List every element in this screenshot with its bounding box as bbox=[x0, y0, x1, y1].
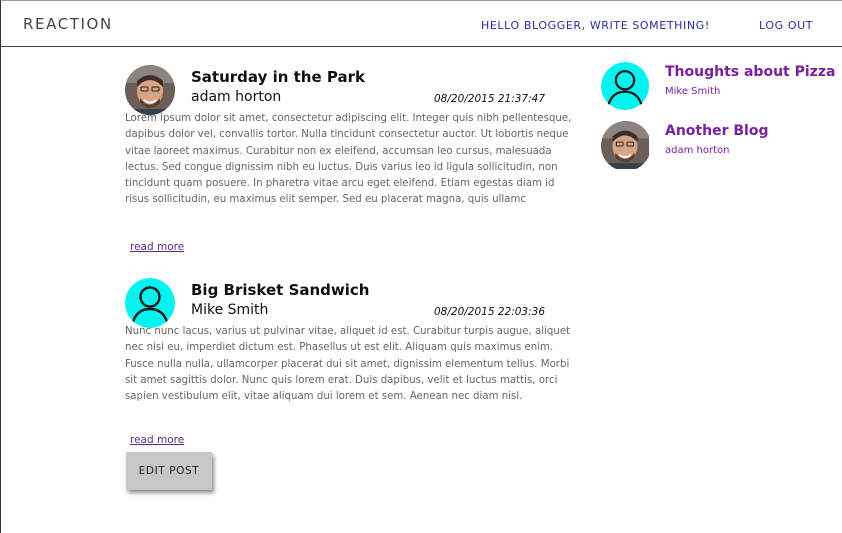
brand-logo[interactable]: REACTION bbox=[23, 15, 113, 33]
post-card: Big Brisket Sandwich Mike Smith 08/20/20… bbox=[125, 278, 575, 448]
sidebar-blog-item[interactable]: Thoughts about Pizza Mike Smith bbox=[601, 62, 841, 112]
sidebar-blog-author: adam horton bbox=[665, 145, 730, 156]
author-avatar bbox=[125, 65, 175, 115]
user-icon bbox=[125, 278, 175, 328]
top-navbar: REACTION HELLO BLOGGER, WRITE SOMETHING!… bbox=[1, 1, 842, 47]
sidebar-blog-title[interactable]: Another Blog bbox=[665, 123, 768, 139]
author-avatar bbox=[125, 278, 175, 328]
post-date: 08/20/2015 22:03:36 bbox=[433, 306, 545, 318]
logout-link[interactable]: LOG OUT bbox=[759, 19, 813, 32]
author-avatar bbox=[601, 121, 651, 171]
post-title[interactable]: Saturday in the Park bbox=[191, 68, 365, 86]
post-author: adam horton bbox=[191, 89, 282, 105]
write-post-link[interactable]: HELLO BLOGGER, WRITE SOMETHING! bbox=[481, 19, 710, 32]
post-body: Nunc nunc lacus, varius ut pulvinar vita… bbox=[125, 326, 571, 403]
sidebar-blog-item[interactable]: Another Blog adam horton bbox=[601, 121, 841, 171]
read-more-link[interactable]: read more bbox=[130, 241, 184, 253]
user-icon bbox=[601, 62, 649, 110]
post-author: Mike Smith bbox=[191, 302, 269, 318]
author-avatar bbox=[601, 62, 651, 112]
post-date: 08/20/2015 21:37:47 bbox=[433, 93, 545, 105]
app-window: REACTION HELLO BLOGGER, WRITE SOMETHING!… bbox=[0, 0, 842, 533]
sidebar-blog-author: Mike Smith bbox=[665, 86, 721, 97]
post-card: Saturday in the Park adam horton 08/20/2… bbox=[125, 65, 575, 265]
sidebar-blog-title[interactable]: Thoughts about Pizza bbox=[665, 64, 835, 80]
person-photo-icon bbox=[125, 65, 175, 115]
person-photo-icon bbox=[601, 121, 649, 169]
post-body: Lorem ipsum dolor sit amet, consectetur … bbox=[125, 113, 572, 206]
read-more-link[interactable]: read more bbox=[130, 434, 184, 446]
post-title[interactable]: Big Brisket Sandwich bbox=[191, 281, 369, 299]
edit-post-button[interactable]: EDIT POST bbox=[126, 452, 212, 490]
